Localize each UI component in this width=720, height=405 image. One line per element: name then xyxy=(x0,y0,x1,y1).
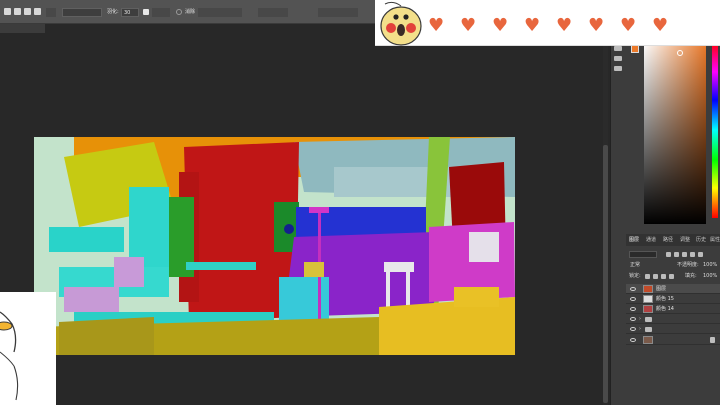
layer-group-row[interactable]: › xyxy=(626,314,720,324)
layer-name: 图层 xyxy=(656,286,667,292)
layer-row[interactable]: 颜色 15 xyxy=(626,294,720,304)
lock-label: 锁定: xyxy=(629,273,641,279)
lock-transparent-icon[interactable] xyxy=(645,274,650,279)
filter-pixel-icon[interactable] xyxy=(666,252,671,257)
layers-panel-tabs: 图层 通道 路径 调整 历史 属性 xyxy=(626,234,720,246)
folder-icon xyxy=(645,327,652,332)
layer-thumbnail xyxy=(643,305,653,313)
tab-channels[interactable]: 通道 xyxy=(646,236,656,244)
layer-filter-dropdown[interactable] xyxy=(629,251,657,258)
filter-type-icon[interactable] xyxy=(682,252,687,257)
fill-value[interactable]: 100% xyxy=(703,272,717,280)
hue-slider[interactable] xyxy=(712,42,718,218)
color-block-image[interactable] xyxy=(34,137,515,355)
tab-layers[interactable]: 图层 xyxy=(629,236,639,244)
layer-thumbnail xyxy=(643,285,653,293)
color-block-artwork xyxy=(34,137,515,355)
panel-tool-strip xyxy=(610,44,626,74)
swatches-panel-icon[interactable] xyxy=(614,56,622,61)
heart-icon: ♥ xyxy=(556,15,573,36)
color-panel-icon[interactable] xyxy=(614,46,622,51)
duck-sticker xyxy=(380,1,422,46)
eye-icon[interactable] xyxy=(630,297,636,301)
duck-sticker-corner-art xyxy=(0,292,56,405)
layer-thumbnail xyxy=(643,336,653,344)
filter-adjust-icon[interactable] xyxy=(674,252,679,257)
tab-adjustments[interactable]: 调整 xyxy=(680,236,690,244)
heart-icon: ♥ xyxy=(460,15,477,36)
refine-edge-button[interactable] xyxy=(318,8,358,17)
layer-filter-row xyxy=(626,249,720,259)
tab-paths[interactable]: 路径 xyxy=(663,236,673,244)
opacity-label: 不透明度: xyxy=(677,262,699,268)
style-dropdown[interactable] xyxy=(62,8,102,17)
add-selection-icon[interactable] xyxy=(14,8,21,15)
photoshop-window: 羽化: 30 消除 图层 通道 路径 调整 历史 属性 正常 不透明度: 100… xyxy=(0,0,720,405)
foreground-color-swatch[interactable] xyxy=(631,45,639,53)
folder-icon xyxy=(645,317,652,322)
layer-thumbnail xyxy=(643,295,653,303)
color-picker-field[interactable] xyxy=(644,42,706,224)
lock-all-icon[interactable] xyxy=(669,274,674,279)
antialias-label: 消除 xyxy=(185,9,196,15)
new-selection-icon[interactable] xyxy=(4,8,11,15)
width-field[interactable] xyxy=(198,8,242,17)
heart-icon: ♥ xyxy=(428,15,445,36)
lock-image-icon[interactable] xyxy=(653,274,658,279)
eye-icon[interactable] xyxy=(630,317,636,321)
height-field[interactable] xyxy=(258,8,288,17)
lock-position-icon[interactable] xyxy=(661,274,666,279)
option-radio[interactable] xyxy=(176,9,182,15)
layer-group-row[interactable]: › xyxy=(626,324,720,334)
opacity-value[interactable]: 100% xyxy=(703,261,717,269)
lock-icon xyxy=(710,337,715,343)
eye-icon[interactable] xyxy=(630,307,636,311)
lock-row: 锁定: 填充: 100% xyxy=(626,271,720,281)
document-tab[interactable] xyxy=(0,24,45,33)
eye-icon[interactable] xyxy=(630,287,636,291)
heart-icon: ♥ xyxy=(652,15,669,36)
filter-shape-icon[interactable] xyxy=(690,252,695,257)
antialias-checkbox[interactable] xyxy=(143,9,149,15)
layer-row[interactable] xyxy=(626,335,720,345)
adjust-panel-icon[interactable] xyxy=(614,66,622,71)
sticker-overlay xyxy=(375,0,720,46)
filter-smart-icon[interactable] xyxy=(698,252,703,257)
duck-sticker-corner xyxy=(0,292,56,405)
layer-row[interactable]: 颜色 14 xyxy=(626,304,720,314)
tab-history[interactable]: 历史 xyxy=(696,236,706,244)
canvas-vertical-scrollbar[interactable] xyxy=(603,33,608,405)
blend-mode-select[interactable]: 正常 xyxy=(630,261,640,269)
intersect-selection-icon[interactable] xyxy=(34,8,41,15)
toolbar-separator xyxy=(46,8,56,17)
chevron-right-icon[interactable]: › xyxy=(639,316,641,322)
scrollbar-thumb[interactable] xyxy=(603,145,608,403)
feather-value: 30 xyxy=(124,10,131,16)
subtract-selection-icon[interactable] xyxy=(24,8,31,15)
feather-label: 羽化: xyxy=(107,9,119,15)
heart-icon: ♥ xyxy=(620,15,637,36)
chevron-right-icon[interactable]: › xyxy=(639,326,641,332)
fill-label: 填充: xyxy=(685,273,697,279)
heart-icon: ♥ xyxy=(588,15,605,36)
eye-icon[interactable] xyxy=(630,338,636,342)
blend-row: 正常 不透明度: 100% xyxy=(626,260,720,270)
mode-field[interactable] xyxy=(152,8,170,17)
layer-name: 颜色 14 xyxy=(656,306,674,312)
eye-icon[interactable] xyxy=(630,327,636,331)
color-picker-cursor[interactable] xyxy=(677,50,683,56)
heart-icon: ♥ xyxy=(524,15,541,36)
feather-field[interactable]: 30 xyxy=(121,8,139,17)
layer-row[interactable]: 图层 xyxy=(626,284,720,294)
heart-icon: ♥ xyxy=(492,15,509,36)
tab-properties[interactable]: 属性 xyxy=(710,236,720,244)
layer-name: 颜色 15 xyxy=(656,296,674,302)
